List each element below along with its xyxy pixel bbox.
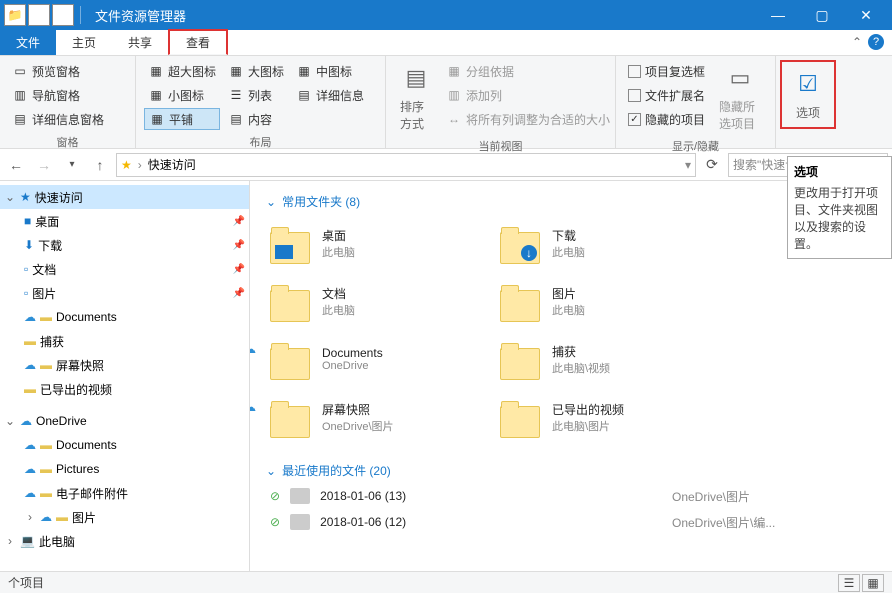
- folder-card[interactable]: 已导出的视频此电脑\图片: [496, 388, 726, 446]
- chk-checkboxes[interactable]: 项目复选框: [624, 60, 709, 82]
- tree-thispc[interactable]: ›💻此电脑: [0, 529, 249, 553]
- tree-od-pics[interactable]: ☁▬Pictures: [0, 457, 249, 481]
- folder-card[interactable]: 桌面此电脑: [266, 214, 496, 272]
- details-icon: ▤: [12, 111, 28, 127]
- maximize-button[interactable]: ▢: [800, 0, 844, 30]
- folder-card[interactable]: 文档此电脑: [266, 272, 496, 330]
- back-button[interactable]: ←: [4, 153, 28, 177]
- qat-dropdown[interactable]: ▾: [52, 4, 74, 26]
- tab-home[interactable]: 主页: [56, 29, 112, 55]
- group-label-show: 显示/隐藏: [622, 136, 769, 154]
- section-recent-files[interactable]: ⌄最近使用的文件 (20): [266, 458, 876, 483]
- folder-card[interactable]: ☁DocumentsOneDrive: [266, 330, 496, 388]
- nav-tree: ⌄★快速访问 ■桌面📌 ⬇下载📌 ▫文档📌 ▫图片📌 ☁▬Documents ▬…: [0, 181, 250, 571]
- tab-view[interactable]: 查看: [168, 29, 228, 55]
- group-label-layout: 布局: [142, 132, 379, 150]
- tab-file[interactable]: 文件: [0, 29, 56, 55]
- add-column[interactable]: ▥添加列: [442, 84, 614, 106]
- ribbon: ▭预览窗格 ▥导航窗格 ▤详细信息窗格 窗格 ▦超大图标 ▦小图标 ▦平铺 ▦大…: [0, 56, 892, 149]
- folder-card[interactable]: 捕获此电脑\视频: [496, 330, 726, 388]
- titlebar: 📁 ▫ ▾ 文件资源管理器 — ▢ ✕: [0, 0, 892, 30]
- preview-icon: ▭: [12, 63, 28, 79]
- sort-icon: ▤: [400, 62, 432, 94]
- tree-downloads[interactable]: ⬇下载📌: [0, 233, 249, 257]
- help-icon[interactable]: ?: [868, 34, 884, 50]
- hide-icon: ▭: [724, 62, 756, 94]
- nav-pane[interactable]: ▥导航窗格: [8, 84, 108, 106]
- layout-list[interactable]: ☰列表: [224, 84, 288, 106]
- breadcrumb[interactable]: 快速访问: [148, 156, 196, 173]
- layout-tile[interactable]: ▦平铺: [144, 108, 220, 130]
- layout-sm[interactable]: ▦小图标: [144, 84, 220, 106]
- ribbon-tabs: 文件 主页 共享 查看 ⌃ ?: [0, 30, 892, 56]
- preview-pane[interactable]: ▭预览窗格: [8, 60, 108, 82]
- qat-icon[interactable]: ▫: [28, 4, 50, 26]
- close-button[interactable]: ✕: [844, 0, 888, 30]
- status-bar: 个项目 ☰ ▦: [0, 571, 892, 593]
- layout-content[interactable]: ▤内容: [224, 108, 288, 130]
- view-icons-btn[interactable]: ▦: [862, 574, 884, 592]
- chk-extensions[interactable]: 文件扩展名: [624, 84, 709, 106]
- options-highlight: ☑选项: [780, 60, 836, 129]
- group-by[interactable]: ▦分组依据: [442, 60, 614, 82]
- fit-columns[interactable]: ↔将所有列调整为合适的大小: [442, 108, 614, 130]
- tree-documents[interactable]: ☁▬Documents: [0, 305, 249, 329]
- tree-desktop[interactable]: ■桌面📌: [0, 209, 249, 233]
- status-count: 个项目: [8, 574, 44, 591]
- options-icon: ☑: [792, 68, 824, 100]
- breadcrumb-sep: ›: [138, 158, 142, 172]
- up-button[interactable]: ↑: [88, 153, 112, 177]
- layout-xl[interactable]: ▦超大图标: [144, 60, 220, 82]
- tree-onedrive[interactable]: ⌄☁OneDrive: [0, 409, 249, 433]
- group-label-view: 当前视图: [392, 136, 609, 154]
- hide-selected[interactable]: ▭隐藏所选项目: [711, 58, 769, 136]
- address-box[interactable]: ★ › 快速访问 ▾: [116, 153, 696, 177]
- chk-hidden[interactable]: ✓隐藏的项目: [624, 108, 709, 130]
- tab-share[interactable]: 共享: [112, 29, 168, 55]
- recent-dropdown[interactable]: ▾: [60, 153, 84, 177]
- options-button[interactable]: ☑选项: [784, 64, 832, 125]
- tree-docs[interactable]: ▫文档📌: [0, 257, 249, 281]
- folder-card[interactable]: 图片此电脑: [496, 272, 726, 330]
- folder-card[interactable]: ☁屏幕快照OneDrive\图片: [266, 388, 496, 446]
- forward-button[interactable]: →: [32, 153, 56, 177]
- layout-det[interactable]: ▤详细信息: [292, 84, 368, 106]
- options-tooltip: 选项 更改用于打开项目、文件夹视图以及搜索的设置。: [787, 156, 892, 259]
- layout-lg[interactable]: ▦大图标: [224, 60, 288, 82]
- tree-pics[interactable]: ▫图片📌: [0, 281, 249, 305]
- tree-capture[interactable]: ▬捕获: [0, 329, 249, 353]
- recent-row[interactable]: ⊘2018-01-06 (13)OneDrive\图片: [266, 483, 876, 509]
- collapse-ribbon-icon[interactable]: ⌃: [852, 35, 862, 49]
- window-title: 文件资源管理器: [95, 6, 186, 25]
- tree-email[interactable]: ☁▬电子邮件附件: [0, 481, 249, 505]
- group-label-pane: 窗格: [6, 132, 129, 150]
- refresh-button[interactable]: ⟳: [700, 153, 724, 177]
- folder-card[interactable]: ↓下载此电脑: [496, 214, 726, 272]
- tree-exported[interactable]: ▬已导出的视频: [0, 377, 249, 401]
- minimize-button[interactable]: —: [756, 0, 800, 30]
- app-icon: 📁: [4, 4, 26, 26]
- tree-od-img[interactable]: ›☁▬图片: [0, 505, 249, 529]
- nav-icon: ▥: [12, 87, 28, 103]
- layout-md[interactable]: ▦中图标: [292, 60, 368, 82]
- tree-od-docs[interactable]: ☁▬Documents: [0, 433, 249, 457]
- view-details-btn[interactable]: ☰: [838, 574, 860, 592]
- recent-row[interactable]: ⊘2018-01-06 (12)OneDrive\图片\编...: [266, 509, 876, 535]
- star-icon: ★: [121, 158, 132, 172]
- section-freq-folders[interactable]: ⌄常用文件夹 (8): [266, 189, 876, 214]
- tree-screenshot[interactable]: ☁▬屏幕快照: [0, 353, 249, 377]
- details-pane[interactable]: ▤详细信息窗格: [8, 108, 108, 130]
- tree-quick-access[interactable]: ⌄★快速访问: [0, 185, 249, 209]
- sort-button[interactable]: ▤排序方式: [392, 58, 440, 136]
